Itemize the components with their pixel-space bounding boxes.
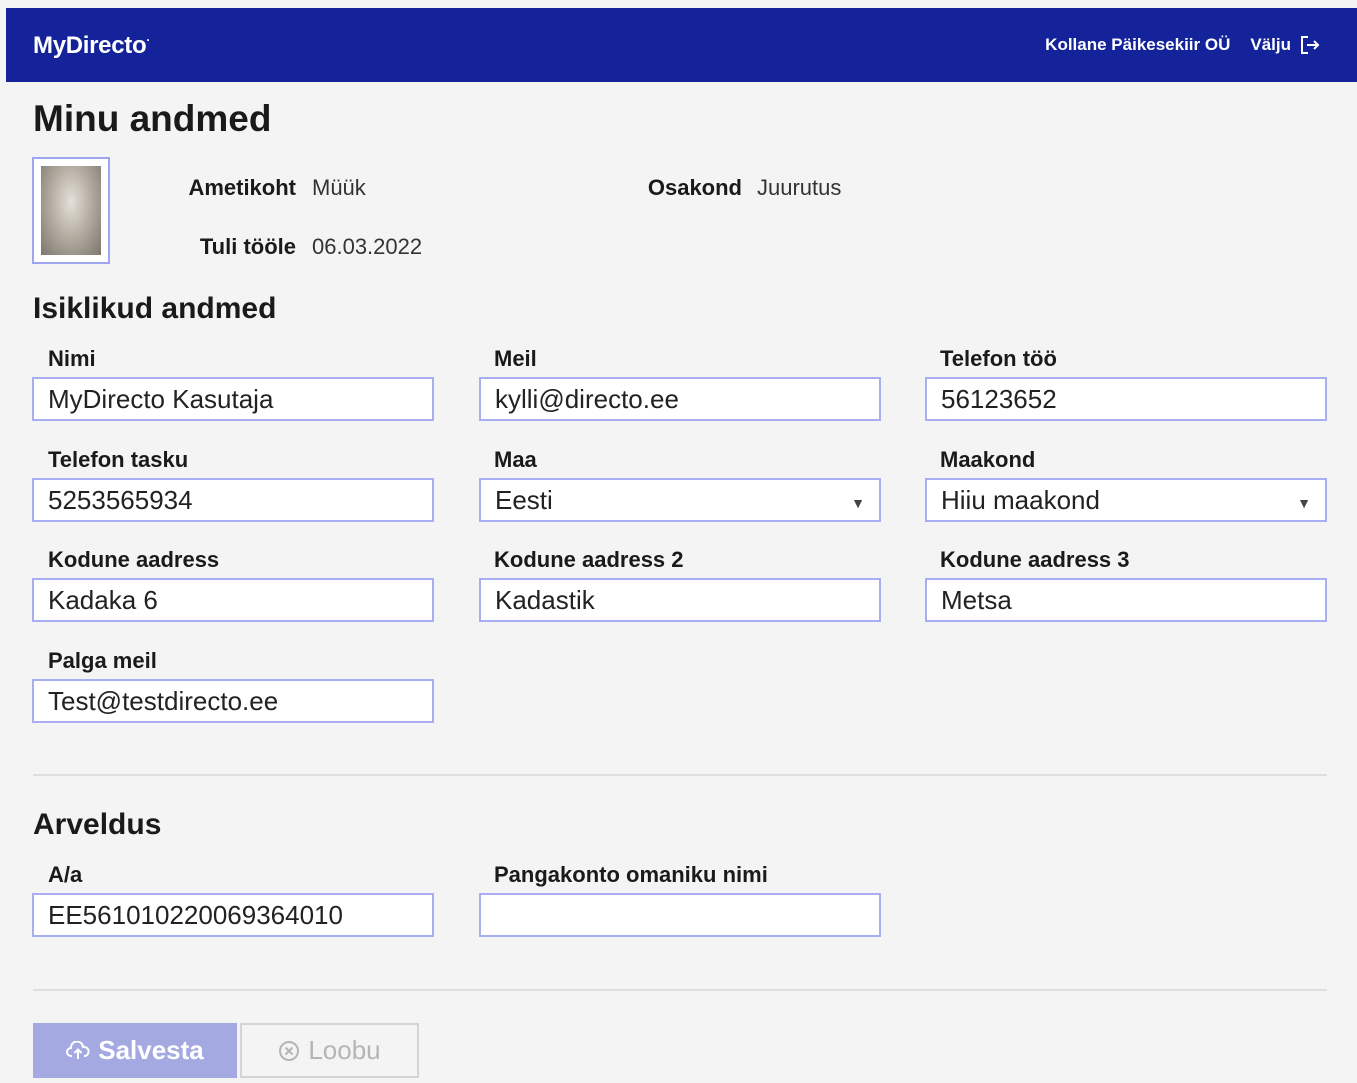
logout-button[interactable]: Välju: [1250, 35, 1321, 55]
top-navbar: MyDirecto· Kollane Päikesekiir OÜ Välju: [6, 8, 1357, 82]
name-label: Nimi: [48, 346, 96, 371]
bank-account-label: A/a: [48, 862, 83, 887]
profile-photo: [32, 157, 110, 264]
logout-icon: [1301, 36, 1320, 54]
department-label: Osakond: [647, 175, 742, 200]
address3-label: Kodune aadress 3: [940, 547, 1130, 572]
address2-input[interactable]: Kadastik: [479, 578, 881, 622]
phone-mobile-input[interactable]: 5253565934: [32, 478, 434, 522]
address-label: Kodune aadress: [48, 547, 220, 572]
country-select[interactable]: Eesti ▼: [479, 478, 881, 522]
salary-email-input[interactable]: Test@testdirecto.ee: [32, 679, 434, 723]
personal-section-title: Isiklikud andmed: [33, 292, 277, 325]
salary-email-label: Palga meil: [48, 648, 157, 673]
start-date-value: 06.03.2022: [312, 234, 423, 259]
address3-input[interactable]: Metsa: [925, 578, 1327, 622]
cancel-circle-icon: [279, 1040, 300, 1061]
phone-work-input[interactable]: 56123652: [925, 377, 1327, 421]
save-button[interactable]: Salvesta: [33, 1023, 237, 1078]
account-owner-input[interactable]: [479, 893, 881, 937]
chevron-down-icon: ▼: [851, 495, 865, 511]
county-value: Hiiu maakond: [941, 484, 1100, 515]
billing-section-title: Arveldus: [33, 808, 162, 841]
company-name[interactable]: Kollane Päikesekiir OÜ: [1045, 35, 1230, 55]
email-label: Meil: [494, 346, 537, 371]
account-owner-label: Pangakonto omaniku nimi: [494, 862, 768, 887]
name-input[interactable]: MyDirecto Kasutaja: [32, 377, 434, 421]
phone-mobile-label: Telefon tasku: [48, 447, 189, 472]
start-date-label: Tuli tööle: [199, 234, 296, 259]
address-input[interactable]: Kadaka 6: [32, 578, 434, 622]
position-value: Müük: [312, 175, 366, 200]
country-value: Eesti: [495, 484, 553, 515]
cloud-upload-icon: [66, 1040, 90, 1059]
address2-label: Kodune aadress 2: [494, 547, 684, 572]
phone-work-label: Telefon töö: [940, 346, 1057, 371]
email-input[interactable]: kylli@directo.ee: [479, 377, 881, 421]
position-label: Ametikoht: [188, 175, 296, 200]
page-title: Minu andmed: [33, 98, 272, 139]
cancel-button[interactable]: Loobu: [240, 1023, 419, 1078]
department-value: Juurutus: [757, 175, 842, 200]
country-label: Maa: [494, 447, 537, 472]
county-label: Maakond: [940, 447, 1036, 472]
divider: [33, 774, 1327, 776]
divider: [33, 989, 1327, 991]
county-select[interactable]: Hiiu maakond ▼: [925, 478, 1327, 522]
chevron-down-icon: ▼: [1297, 495, 1311, 511]
bank-account-input[interactable]: EE561010220069364010: [32, 893, 434, 937]
brand-logo[interactable]: MyDirecto·: [33, 32, 150, 60]
